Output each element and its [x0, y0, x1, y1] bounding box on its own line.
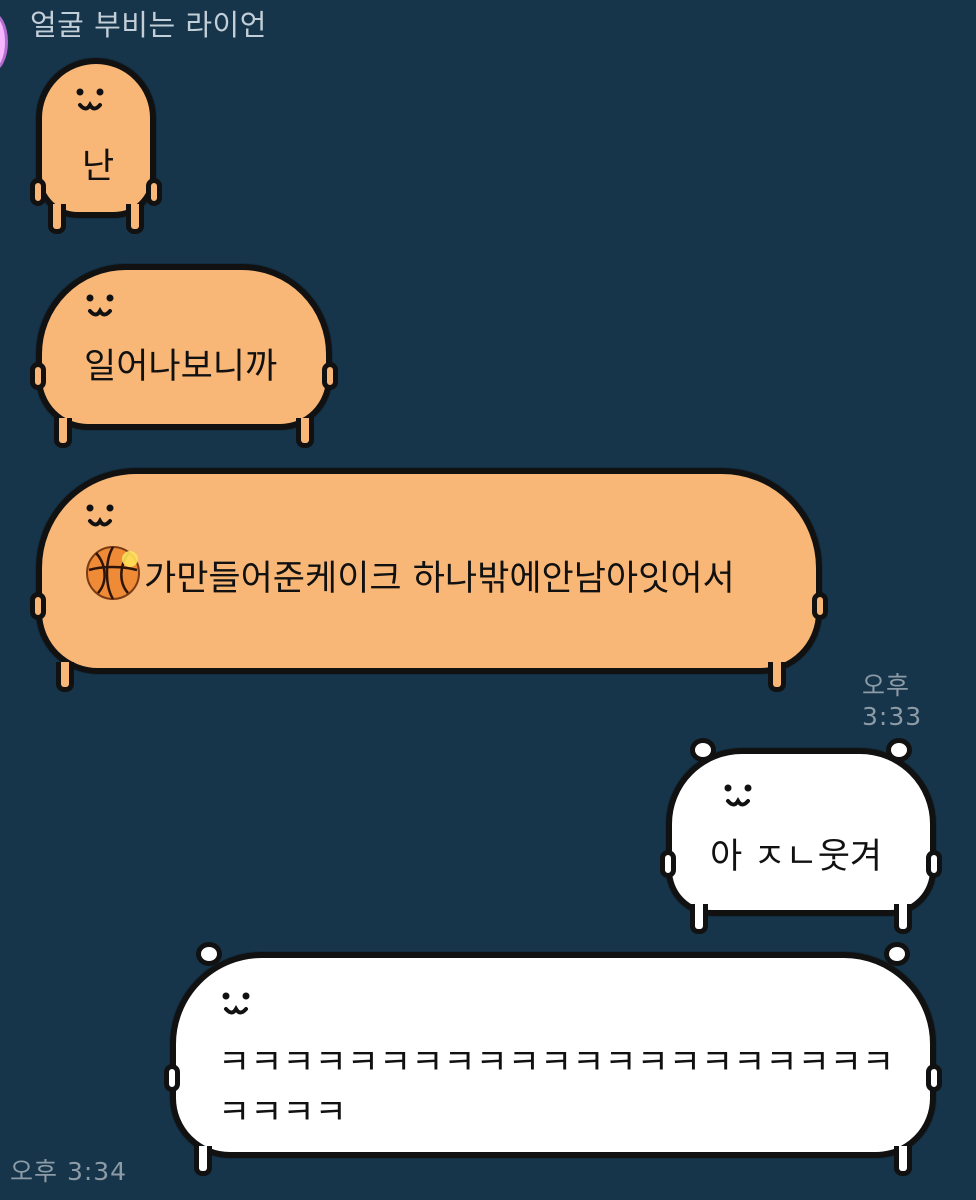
face-icon [86, 294, 114, 317]
bubble-leg-right [296, 418, 314, 448]
face-icon [222, 992, 250, 1015]
sender-name: 얼굴 부비는 라이언 [30, 8, 267, 42]
bubble-leg-left [54, 418, 72, 448]
bubble-leg-left [56, 662, 74, 692]
bubble-arm-right [812, 592, 828, 620]
bubble-leg-left [48, 204, 66, 234]
face-icon [724, 784, 752, 807]
received-message-3[interactable]: 가만들어준케이크 하나밖에안남아잇어서 [30, 468, 828, 692]
sender-avatar[interactable] [0, 12, 8, 72]
bubble-arm-left [164, 1064, 180, 1092]
face-icon [86, 504, 114, 527]
bubble-leg-left [194, 1146, 212, 1176]
message-text: 아 ㅈㄴ웃겨 [710, 837, 883, 877]
face-icon [76, 88, 104, 111]
message-text: 난 [82, 147, 115, 187]
bubble-arm-left [30, 592, 46, 620]
received-message-1[interactable]: 난 [30, 58, 162, 234]
message-text: ㅋㅋㅋㅋㅋㅋㅋㅋㅋㅋㅋㅋㅋㅋㅋㅋㅋㅋㅋㅋㅋㅋㅋㅋㅋ [218, 1043, 895, 1133]
bubble-ear-right [884, 942, 910, 966]
bubble-leg-left [690, 904, 708, 934]
bubble-ear-left [690, 738, 716, 762]
bubble-ear-left [196, 942, 222, 966]
bubble-arm-right [322, 362, 338, 390]
bubble-arm-right [926, 850, 942, 878]
bubble-arm-right [146, 178, 162, 206]
bubble-arm-left [30, 362, 46, 390]
message-text: 일어나보니까 [84, 347, 278, 387]
message-timestamp: 오후 3:34 [10, 1157, 128, 1186]
bubble-arm-right [926, 1064, 942, 1092]
message-body: 가만들어준케이크 하나밖에안남아잇어서 [144, 559, 735, 599]
message-text: 가만들어준케이크 하나밖에안남아잇어서 [84, 544, 794, 604]
bubble-ear-right [886, 738, 912, 762]
message-timestamp: 오후 3:33 [862, 671, 923, 731]
basketball-icon [86, 546, 140, 600]
bubble-leg-right [894, 1146, 912, 1176]
bubble-leg-right [894, 904, 912, 934]
received-message-2[interactable]: 일어나보니까 [30, 264, 338, 448]
sent-message-2[interactable]: ㅋㅋㅋㅋㅋㅋㅋㅋㅋㅋㅋㅋㅋㅋㅋㅋㅋㅋㅋㅋㅋㅋㅋㅋㅋ [164, 942, 942, 1176]
sent-message-1[interactable]: 아 ㅈㄴ웃겨 [660, 738, 942, 934]
bubble-leg-right [768, 662, 786, 692]
bubble-arm-left [660, 850, 676, 878]
bubble-leg-right [126, 204, 144, 234]
bubble-arm-left [30, 178, 46, 206]
